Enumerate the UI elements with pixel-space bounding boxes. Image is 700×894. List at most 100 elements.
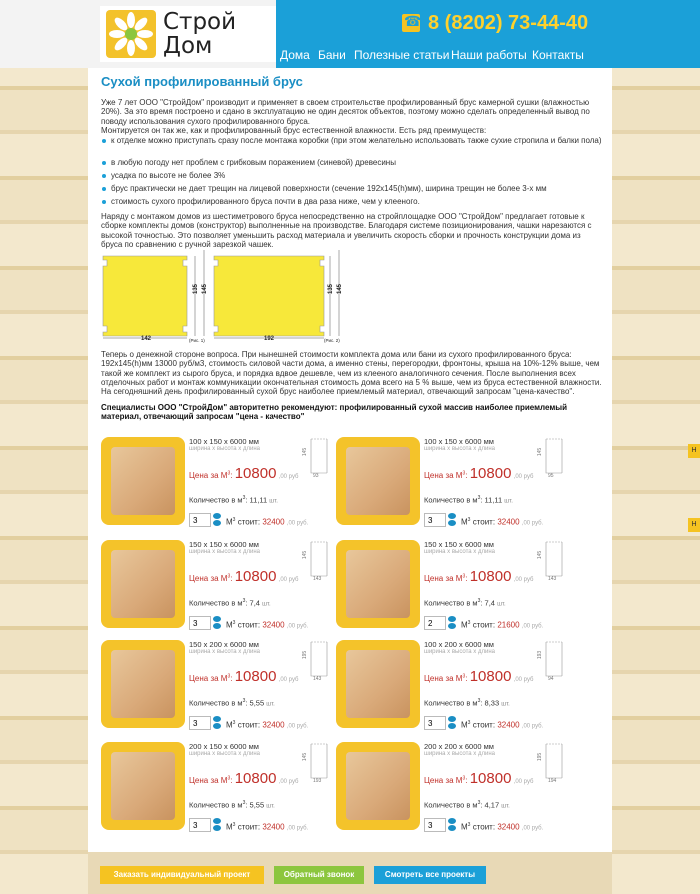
profile-height: 145: [537, 447, 544, 457]
volume-stepper[interactable]: [213, 716, 223, 730]
all-projects-button[interactable]: Смотреть все проекты: [374, 866, 486, 884]
increase-icon[interactable]: [448, 513, 456, 519]
cost-label: стоит:: [237, 620, 261, 630]
cost-label: стоит:: [237, 517, 261, 527]
product-photo[interactable]: [336, 742, 420, 830]
quantity-value: 7,4: [484, 598, 495, 608]
volume-stepper[interactable]: [213, 513, 223, 527]
recommendation: Специалисты ООО "СтройДом" авторитетно р…: [101, 403, 568, 422]
product-photo[interactable]: [101, 437, 185, 525]
volume-stepper[interactable]: [448, 716, 458, 730]
decrease-icon[interactable]: [213, 825, 221, 831]
product-card: 150 x 150 x 6000 мм ширина х высота х дли…: [336, 540, 564, 636]
price-label: Цена за М: [424, 674, 463, 683]
quantity-unit: шт.: [497, 601, 506, 608]
product-size-hint: ширина х высота х длина: [189, 446, 260, 452]
product-card: 200 x 200 x 6000 мм ширина х высота х дли…: [336, 742, 564, 838]
cost-currency: ,00 руб.: [521, 623, 544, 630]
product-price: Цена за М3: 10800 ,00 руб: [424, 465, 534, 482]
quantity-value: 5,55: [249, 800, 265, 810]
quantity-label: Количество в м: [189, 495, 243, 505]
side-tab[interactable]: Н: [688, 518, 700, 532]
product-cost: M3 стоит: 32400 ,00 руб.: [226, 620, 309, 630]
nav-articles[interactable]: Полезные статьи: [354, 48, 449, 62]
profile-width: 94: [548, 676, 554, 682]
cost-label: стоит:: [237, 720, 261, 730]
quantity-label: Количество в м: [424, 495, 478, 505]
increase-icon[interactable]: [448, 818, 456, 824]
increase-icon[interactable]: [213, 616, 221, 622]
decrease-icon[interactable]: [448, 723, 456, 729]
phone-block[interactable]: 8 (8202) 73-44-40: [402, 10, 588, 36]
product-size: 150 x 200 x 6000 мм: [189, 640, 259, 649]
product-photo[interactable]: [336, 540, 420, 628]
nav-contacts[interactable]: Контакты: [532, 48, 584, 62]
side-tab[interactable]: Н: [688, 444, 700, 458]
volume-stepper[interactable]: [448, 616, 458, 630]
volume-input[interactable]: [189, 513, 211, 527]
product-photo[interactable]: [336, 640, 420, 728]
product-photo[interactable]: [101, 742, 185, 830]
volume-stepper[interactable]: [213, 616, 223, 630]
price-currency: 00 руб: [515, 779, 534, 785]
cost-currency: ,00 руб.: [286, 520, 309, 527]
product-photo[interactable]: [336, 437, 420, 525]
product-price: Цена за М3: 10800 ,00 руб: [189, 668, 299, 685]
increase-icon[interactable]: [213, 716, 221, 722]
volume-input[interactable]: [189, 716, 211, 730]
profile-sketch: 195 143: [301, 640, 329, 682]
beam-diagram-1: 142 135 145 (Рис. 1): [101, 250, 211, 344]
profile-width: 143: [313, 576, 322, 582]
callback-button[interactable]: Обратный звонок: [274, 866, 364, 884]
volume-stepper[interactable]: [213, 818, 223, 832]
price-value: 10800: [469, 668, 512, 685]
volume-input[interactable]: [424, 818, 446, 832]
product-size: 200 x 150 x 6000 мм: [189, 742, 259, 751]
increase-icon[interactable]: [448, 616, 456, 622]
decrease-icon[interactable]: [213, 623, 221, 629]
profile-sketch: 195 194: [536, 742, 564, 784]
quantity-label: Количество в м: [424, 698, 478, 708]
decrease-icon[interactable]: [448, 623, 456, 629]
phone-number[interactable]: 8 (8202) 73-44-40: [428, 12, 588, 35]
page-title: Сухой профилированный брус: [101, 74, 303, 89]
increase-icon[interactable]: [213, 513, 221, 519]
price-currency: 00 руб: [280, 577, 299, 583]
decrease-icon[interactable]: [213, 723, 221, 729]
cost-label: стоит:: [472, 620, 496, 630]
beam-image: [346, 650, 410, 718]
decrease-icon[interactable]: [448, 825, 456, 831]
nav-houses[interactable]: Дома: [280, 48, 310, 62]
cost-value: 32400: [262, 620, 285, 630]
diagram-height-inner: 135: [328, 283, 335, 295]
volume-input[interactable]: [189, 616, 211, 630]
order-project-button[interactable]: Заказать индивидуальный проект: [100, 866, 264, 884]
decrease-icon[interactable]: [213, 520, 221, 526]
price-value: 10800: [469, 568, 512, 585]
increase-icon[interactable]: [448, 716, 456, 722]
nav-works[interactable]: Наши работы: [451, 48, 527, 62]
volume-input[interactable]: [424, 513, 446, 527]
product-size: 200 x 200 x 6000 мм: [424, 742, 494, 751]
product-cost: M3 стоит: 32400 ,00 руб.: [226, 822, 309, 832]
increase-icon[interactable]: [213, 818, 221, 824]
product-size: 100 x 150 x 6000 мм: [424, 437, 494, 446]
product-cost: M3 стоит: 32400 ,00 руб.: [461, 720, 544, 730]
volume-input[interactable]: [424, 716, 446, 730]
product-size-hint: ширина х высота х длина: [424, 446, 495, 452]
nav-saunas[interactable]: Бани: [318, 48, 346, 62]
volume-input[interactable]: [424, 616, 446, 630]
product-photo[interactable]: [101, 540, 185, 628]
product-quantity: Количество в м3: 8,33 шт.: [424, 698, 510, 708]
volume-input[interactable]: [189, 818, 211, 832]
right-wood-background: [612, 0, 700, 894]
volume-stepper[interactable]: [448, 513, 458, 527]
price-value: 10800: [469, 770, 512, 787]
logo[interactable]: Строй Дом: [100, 6, 276, 62]
product-photo[interactable]: [101, 640, 185, 728]
decrease-icon[interactable]: [448, 520, 456, 526]
product-size: 100 x 150 x 6000 мм: [189, 437, 259, 446]
cost-currency: ,00 руб.: [286, 825, 309, 832]
volume-stepper[interactable]: [448, 818, 458, 832]
price-value: 10800: [234, 770, 277, 787]
